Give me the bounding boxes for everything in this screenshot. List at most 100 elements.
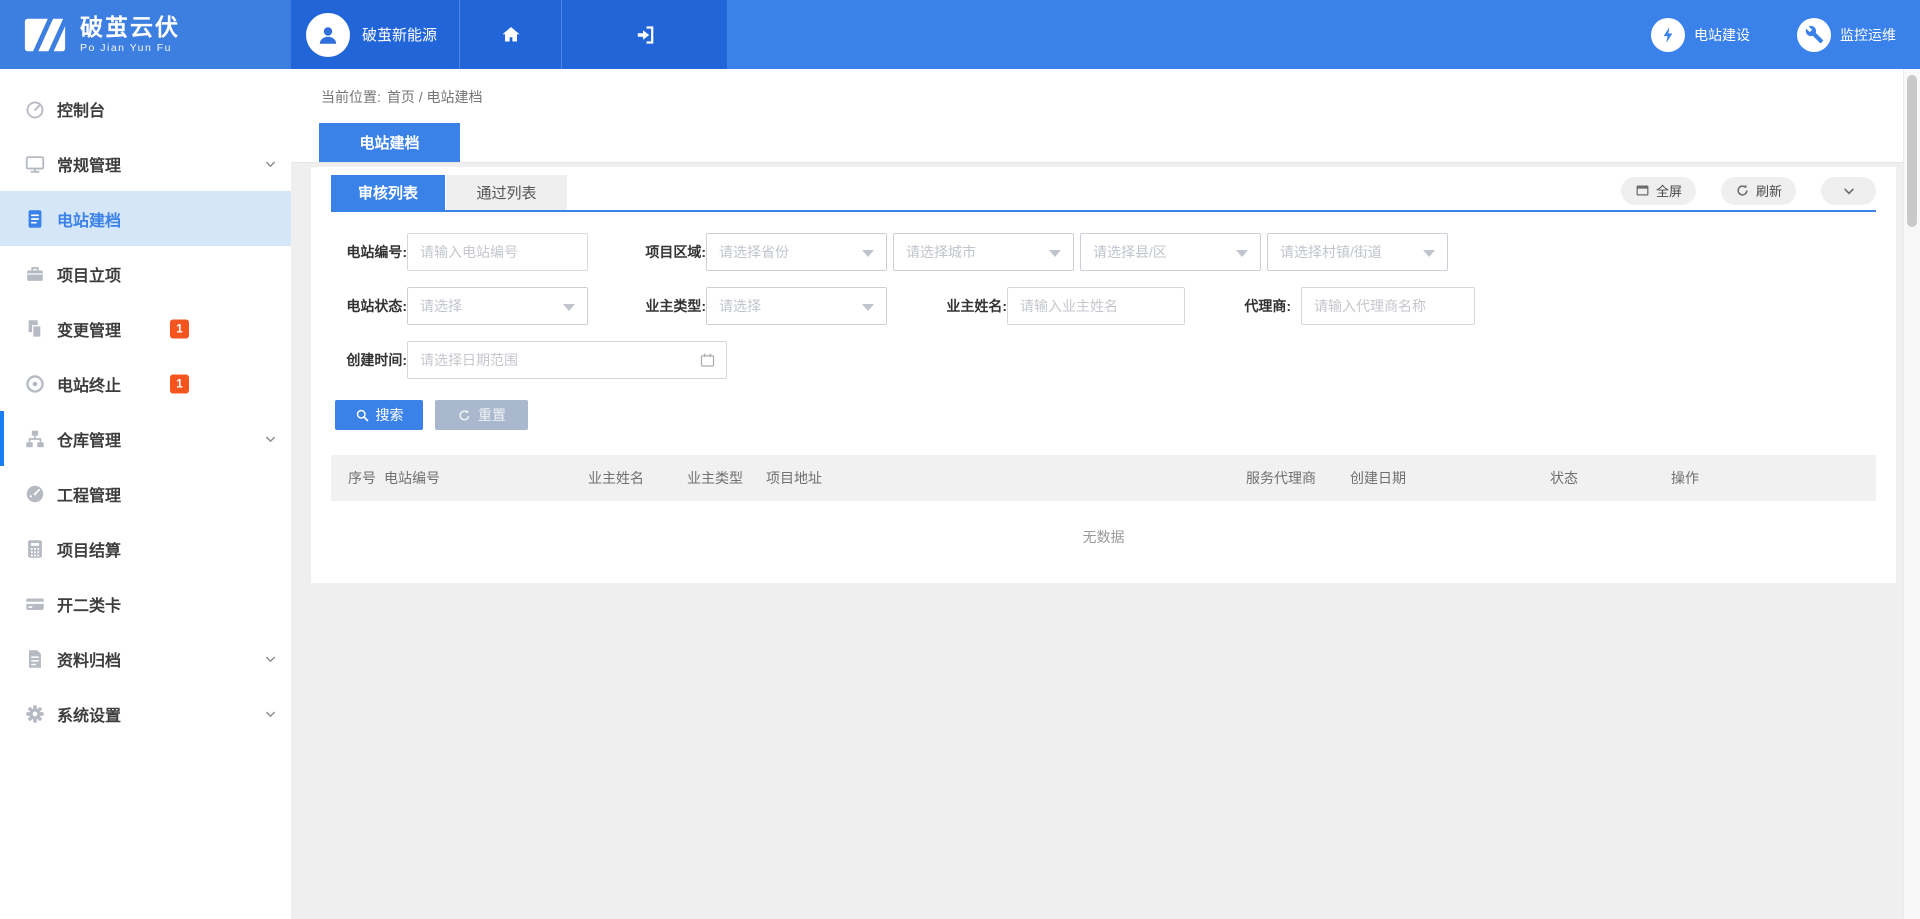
nav-station-construction-label: 电站建设 (1694, 25, 1750, 45)
dropdown-caret-icon (1049, 250, 1061, 257)
sidebar-item-label: 开二类卡 (57, 592, 121, 616)
page-tab-station-archive[interactable]: 电站建档 (319, 123, 460, 162)
tab-passed-list[interactable]: 通过列表 (446, 175, 567, 210)
sidebar-item-project-initiation[interactable]: 项目立项 (0, 246, 291, 301)
monitor-icon (24, 153, 46, 175)
table-header-row: 序号 电站编号 业主姓名 业主类型 项目地址 服务代理商 创建日期 状态 操作 (331, 455, 1876, 501)
card-icon (24, 593, 46, 615)
city-select-value: 请选择城市 (906, 242, 976, 262)
owner-type-label: 业主类型: (634, 296, 706, 316)
chevron-down-icon (263, 651, 278, 666)
create-time-label: 创建时间: (335, 350, 407, 370)
search-button[interactable]: 搜索 (335, 400, 423, 430)
owner-type-select[interactable]: 请选择 (706, 287, 887, 325)
town-select[interactable]: 请选择村镇/街道 (1267, 233, 1448, 271)
dropdown-caret-icon (1423, 250, 1435, 257)
station-status-select[interactable]: 请选择 (407, 287, 588, 325)
sidebar-item-label: 仓库管理 (57, 427, 121, 451)
sidebar-item-project-settlement[interactable]: 项目结算 (0, 521, 291, 576)
sidebar-item-system-settings[interactable]: 系统设置 (0, 686, 291, 741)
calendar-icon (699, 352, 716, 369)
province-select[interactable]: 请选择省份 (706, 233, 887, 271)
reset-button[interactable]: 重置 (435, 400, 528, 430)
user-name: 破茧新能源 (362, 24, 437, 45)
refresh-label: 刷新 (1756, 181, 1782, 200)
region-label: 项目区域: (634, 242, 706, 262)
page-scrollbar[interactable] (1903, 69, 1920, 919)
sidebar-item-change-mgmt[interactable]: 变更管理 1 (0, 301, 291, 356)
active-indicator-bar (0, 411, 4, 466)
breadcrumb-path: 首页 / 电站建档 (387, 87, 483, 107)
city-select[interactable]: 请选择城市 (893, 233, 1074, 271)
agent-label: 代理商: (1232, 296, 1301, 316)
user-icon (314, 21, 342, 49)
calculator-icon (24, 538, 46, 560)
date-range-picker[interactable] (407, 341, 727, 379)
sidebar-item-station-archive[interactable]: 电站建档 (0, 191, 291, 246)
document-icon (24, 208, 46, 230)
station-termination-badge: 1 (170, 374, 189, 393)
town-select-value: 请选择村镇/街道 (1280, 242, 1382, 262)
sidebar-item-label: 控制台 (57, 97, 105, 121)
station-status-label: 电站状态: (335, 296, 407, 316)
col-station-no: 电站编号 (384, 468, 588, 488)
collapse-button[interactable] (1821, 177, 1876, 205)
tab-review-list[interactable]: 审核列表 (331, 175, 445, 210)
brand-logo: 破茧云伏 Po Jian Yun Fu (0, 0, 291, 69)
station-no-input[interactable] (407, 233, 588, 271)
station-no-label: 电站编号: (335, 242, 407, 262)
owner-name-input[interactable] (1007, 287, 1185, 325)
fullscreen-button[interactable]: 全屏 (1621, 177, 1696, 205)
logout-button[interactable] (562, 0, 727, 69)
reset-button-label: 重置 (478, 405, 506, 425)
dropdown-caret-icon (1236, 250, 1248, 257)
dropdown-caret-icon (862, 304, 874, 311)
sidebar-item-warehouse-mgmt[interactable]: 仓库管理 (0, 411, 291, 466)
app-header: 破茧云伏 Po Jian Yun Fu 破茧新能源 (0, 0, 1920, 69)
date-range-input[interactable] (407, 341, 727, 379)
sidebar-item-label: 常规管理 (57, 152, 121, 176)
county-select[interactable]: 请选择县/区 (1080, 233, 1261, 271)
sidebar-item-type2-card[interactable]: 开二类卡 (0, 576, 291, 631)
main-area: 当前位置: 首页 / 电站建档 电站建档 审核列表 通过列表 全屏 (291, 69, 1920, 919)
owner-type-value: 请选择 (719, 296, 761, 316)
sidebar-item-station-termination[interactable]: 电站终止 1 (0, 356, 291, 411)
chevron-down-icon (1841, 183, 1857, 199)
chevron-down-icon (263, 431, 278, 446)
brand-title: 破茧云伏 (80, 15, 180, 40)
sidebar: 控制台 常规管理 电站建档 (0, 69, 291, 919)
scrollbar-thumb[interactable] (1907, 75, 1917, 227)
sidebar-item-data-archive[interactable]: 资料归档 (0, 631, 291, 686)
filter-form: 电站编号: 项目区域: 请选择省份 请选择城市 请选择县/区 (311, 212, 1896, 379)
county-select-value: 请选择县/区 (1093, 242, 1167, 262)
chevron-down-icon (263, 156, 278, 171)
content-panel: 审核列表 通过列表 全屏 刷 (311, 167, 1896, 583)
agent-input[interactable] (1301, 287, 1475, 325)
col-seq: 序号 (348, 468, 384, 488)
pages-icon (24, 318, 46, 340)
user-menu[interactable]: 破茧新能源 (291, 0, 460, 69)
col-create-date: 创建日期 (1350, 468, 1550, 488)
nav-monitoring-ops[interactable]: 监控运维 (1797, 18, 1896, 52)
col-project-address: 项目地址 (766, 468, 1246, 488)
fullscreen-label: 全屏 (1656, 181, 1682, 200)
nav-station-construction[interactable]: 电站建设 (1651, 18, 1750, 52)
table-empty-state: 无数据 (311, 501, 1896, 573)
sidebar-item-engineering-mgmt[interactable]: 工程管理 (0, 466, 291, 521)
chevron-down-icon (263, 706, 278, 721)
refresh-icon (1735, 183, 1750, 198)
panel-toolbar: 全屏 刷新 (1596, 177, 1876, 209)
filter-actions: 搜索 重置 (311, 395, 1896, 430)
dashboard-icon (24, 98, 46, 120)
sidebar-item-label: 项目结算 (57, 537, 121, 561)
col-actions: 操作 (1671, 468, 1876, 488)
sidebar-item-general-mgmt[interactable]: 常规管理 (0, 136, 291, 191)
search-icon (355, 408, 370, 423)
target-icon (24, 373, 46, 395)
refresh-button[interactable]: 刷新 (1721, 177, 1796, 205)
fullscreen-icon (1635, 183, 1650, 198)
home-button[interactable] (460, 0, 562, 69)
sidebar-item-console[interactable]: 控制台 (0, 81, 291, 136)
breadcrumb: 当前位置: 首页 / 电站建档 (291, 69, 1903, 124)
panel-tabs-row: 审核列表 通过列表 全屏 刷 (331, 167, 1876, 212)
